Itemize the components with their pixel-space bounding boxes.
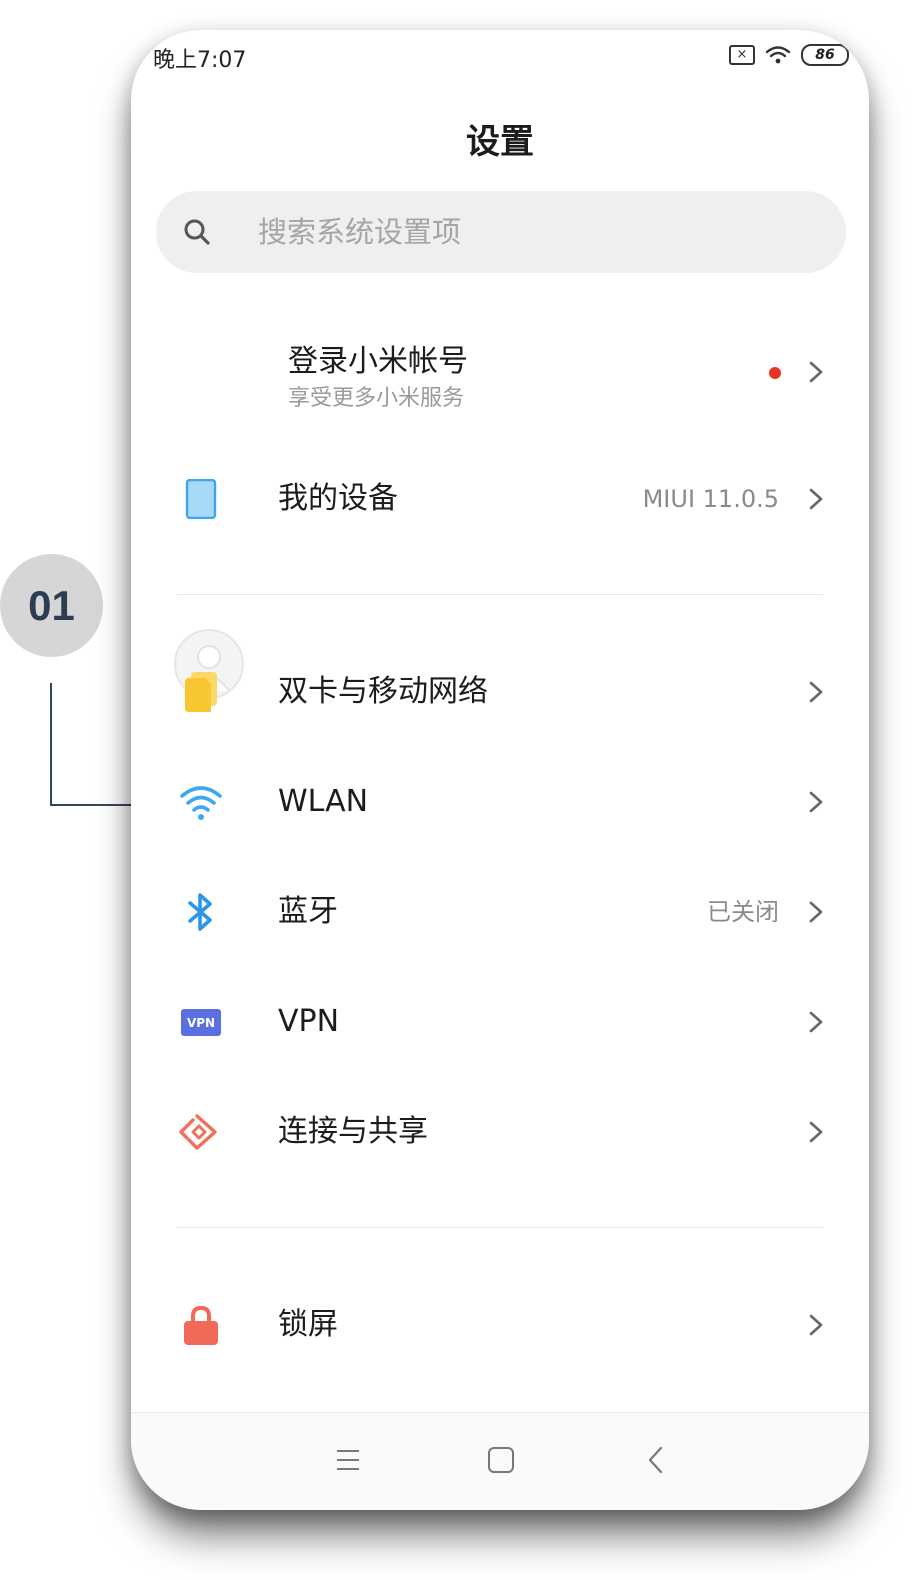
search-input[interactable] [258, 191, 818, 273]
chevron-right-icon [809, 361, 823, 383]
chevron-right-icon [809, 681, 823, 703]
chevron-right-icon [809, 1011, 823, 1033]
row-label: 我的设备 [278, 481, 398, 516]
row-label: WLAN [278, 784, 369, 819]
lock-screen-row[interactable]: 锁屏 [131, 1275, 869, 1375]
vpn-icon-text: VPN [187, 1016, 215, 1030]
row-label: 锁屏 [278, 1307, 338, 1342]
wlan-row[interactable]: WLAN [131, 752, 869, 852]
navigation-bar [131, 1412, 869, 1510]
search-bar[interactable] [156, 191, 846, 273]
connection-sharing-row[interactable]: 连接与共享 [131, 1082, 869, 1182]
row-label: 连接与共享 [278, 1114, 428, 1149]
chevron-right-icon [809, 488, 823, 510]
menu-icon[interactable] [333, 1445, 363, 1475]
divider [177, 594, 823, 595]
chevron-right-icon [809, 791, 823, 813]
wifi-icon [180, 786, 222, 820]
bluetooth-status: 已关闭 [707, 898, 779, 926]
sim-card-icon [185, 672, 217, 712]
share-icon [179, 1114, 217, 1150]
chevron-right-icon [809, 901, 823, 923]
row-value: MIUI 11.0.5 [642, 485, 779, 513]
notification-dot [769, 367, 781, 379]
home-icon[interactable] [486, 1445, 516, 1475]
vpn-icon: VPN [181, 1009, 221, 1036]
step-number-badge: 01 [0, 554, 103, 657]
status-icons: × 86 [729, 44, 849, 66]
divider [177, 1227, 823, 1228]
status-time: 晚上7:07 [153, 48, 247, 73]
sim-no-signal-icon: × [729, 45, 755, 65]
row-label: VPN [278, 1004, 340, 1039]
bluetooth-row[interactable]: 蓝牙 已关闭 [131, 862, 869, 962]
lock-icon [184, 1305, 218, 1345]
wifi-status-icon [765, 46, 791, 64]
account-login-row[interactable] [131, 321, 869, 699]
battery-icon: 86 [801, 44, 849, 66]
account-title: 登录小米帐号 [288, 344, 468, 379]
phone-screen: 晚上7:07 × 86 设置 登录小米帐号 享受更多小米服务 [131, 30, 869, 1510]
vpn-row[interactable]: VPN VPN [131, 972, 869, 1072]
row-label: 双卡与移动网络 [278, 674, 488, 709]
search-icon [184, 219, 210, 245]
bluetooth-icon [188, 893, 212, 931]
account-subtitle: 享受更多小米服务 [288, 386, 465, 411]
chevron-right-icon [809, 1314, 823, 1336]
my-device-row[interactable]: 我的设备 MIUI 11.0.5 [131, 449, 869, 549]
page-title: 设置 [466, 122, 534, 162]
row-label: 蓝牙 [278, 894, 338, 929]
chevron-right-icon [809, 1121, 823, 1143]
phone-device-icon [185, 479, 217, 519]
sim-network-row[interactable]: 双卡与移动网络 [131, 642, 869, 742]
back-icon[interactable] [642, 1445, 672, 1475]
